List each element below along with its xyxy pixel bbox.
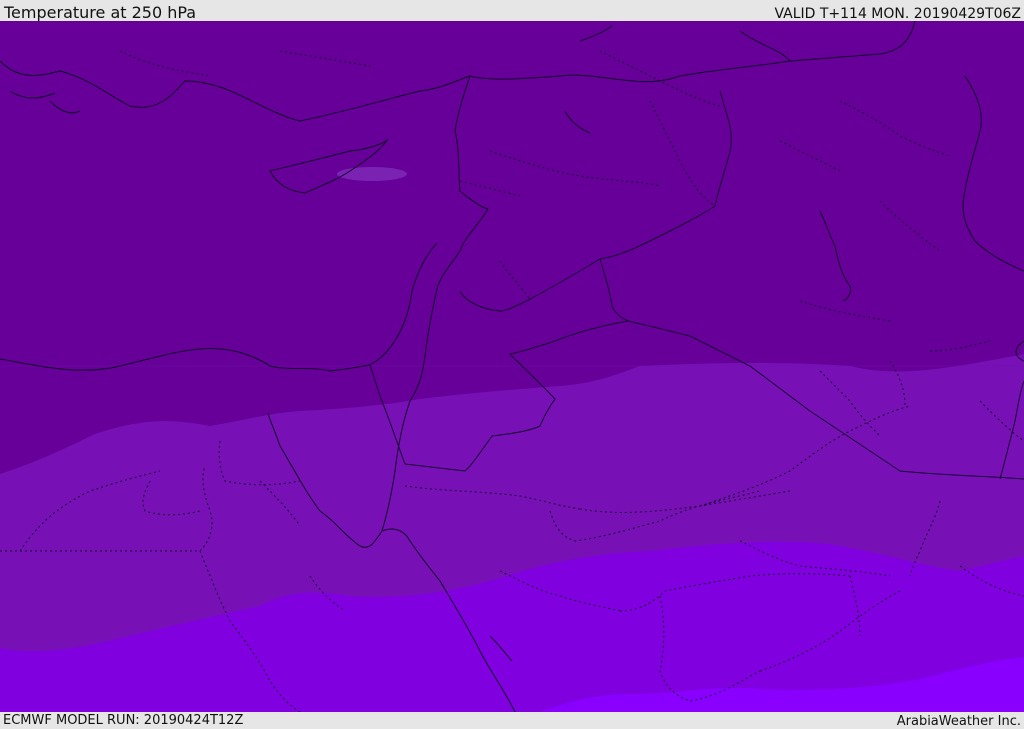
warm-anomaly [337, 167, 407, 181]
header-bar: Temperature at 250 hPa VALID T+114 MON. … [0, 0, 1024, 22]
weather-map[interactable] [0, 21, 1024, 712]
footer-bar: ECMWF MODEL RUN: 20190424T12Z ArabiaWeat… [0, 712, 1024, 729]
valid-time-label: VALID T+114 MON. 20190429T06Z [774, 6, 1021, 22]
model-run-label: ECMWF MODEL RUN: 20190424T12Z [3, 713, 244, 728]
credit-label: ArabiaWeather Inc. [896, 714, 1021, 729]
map-canvas [0, 21, 1024, 712]
map-title: Temperature at 250 hPa [4, 3, 197, 22]
